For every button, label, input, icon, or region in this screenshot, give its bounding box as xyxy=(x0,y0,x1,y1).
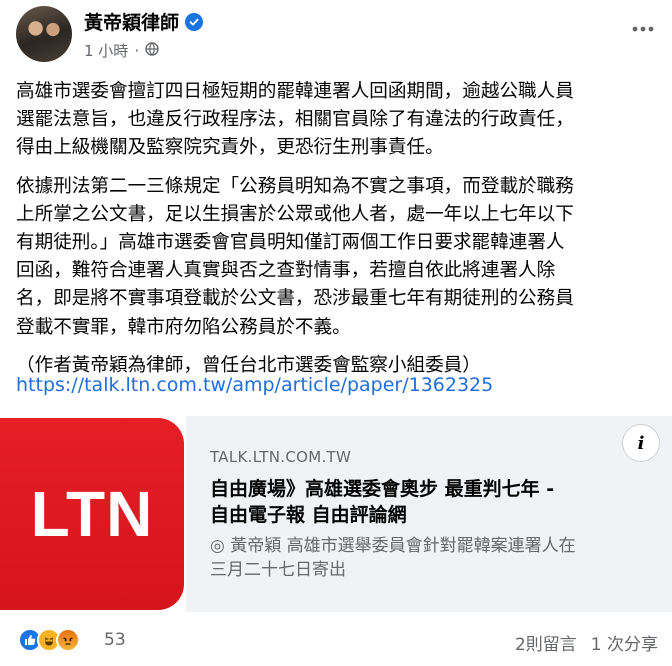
info-icon[interactable]: i xyxy=(622,424,660,462)
link-preview-card[interactable]: LTN TALK.LTN.COM.TW 自由廣場》高雄選委會奧步 最重判七年 -… xyxy=(0,416,672,612)
author-row: 黃帝穎律師 xyxy=(84,8,204,35)
card-domain: TALK.LTN.COM.TW xyxy=(210,448,352,466)
card-body: TALK.LTN.COM.TW 自由廣場》高雄選委會奧步 最重判七年 - 自由電… xyxy=(210,448,660,582)
card-description: ◎ 黃帝穎 高雄市選舉委員會針對罷韓案連署人在 三月二十七日寄出 xyxy=(210,536,576,580)
author-avatar[interactable] xyxy=(16,6,72,62)
article-link[interactable]: https://talk.ltn.com.tw/amp/article/pape… xyxy=(16,374,493,396)
ltn-logo: LTN xyxy=(0,418,184,610)
meta-separator: · xyxy=(134,41,140,60)
author-name[interactable]: 黃帝穎律師 xyxy=(84,8,179,35)
post-footer: 53 2則留言 1 次分享 xyxy=(0,620,672,660)
card-thumbnail[interactable]: LTN xyxy=(0,416,186,612)
post-body: 高雄市選委會擅訂四日極短期的罷韓連署人回函期間，逾越公職人員 選罷法意旨，也違反… xyxy=(16,78,664,390)
ltn-logo-text: LTN xyxy=(30,478,154,550)
globe-icon[interactable] xyxy=(145,41,159,60)
post-meta: 1 小時 · xyxy=(84,40,159,61)
post-header: 黃帝穎律師 1 小時 · xyxy=(0,0,672,70)
more-horizontal-icon[interactable] xyxy=(628,14,658,44)
post-time[interactable]: 1 小時 xyxy=(84,40,128,61)
angry-reaction-icon xyxy=(56,628,80,652)
comment-count[interactable]: 2則留言 xyxy=(515,630,577,655)
share-count[interactable]: 1 次分享 xyxy=(591,630,658,655)
reaction-count[interactable]: 53 xyxy=(104,630,126,650)
reaction-icons[interactable] xyxy=(18,628,80,652)
post-paragraph: 依據刑法第二一三條規定「公務員明知為不實之事項，而登載於職務 上所掌之公文書，足… xyxy=(16,175,574,338)
verified-badge-icon xyxy=(185,12,204,31)
card-title[interactable]: 自由廣場》高雄選委會奧步 最重判七年 - 自由電子報 自由評論網 xyxy=(210,476,660,528)
engagement-stats: 2則留言 1 次分享 xyxy=(515,630,658,655)
post-paragraph: 高雄市選委會擅訂四日極短期的罷韓連署人回函期間，逾越公職人員 選罷法意旨，也違反… xyxy=(16,81,574,159)
